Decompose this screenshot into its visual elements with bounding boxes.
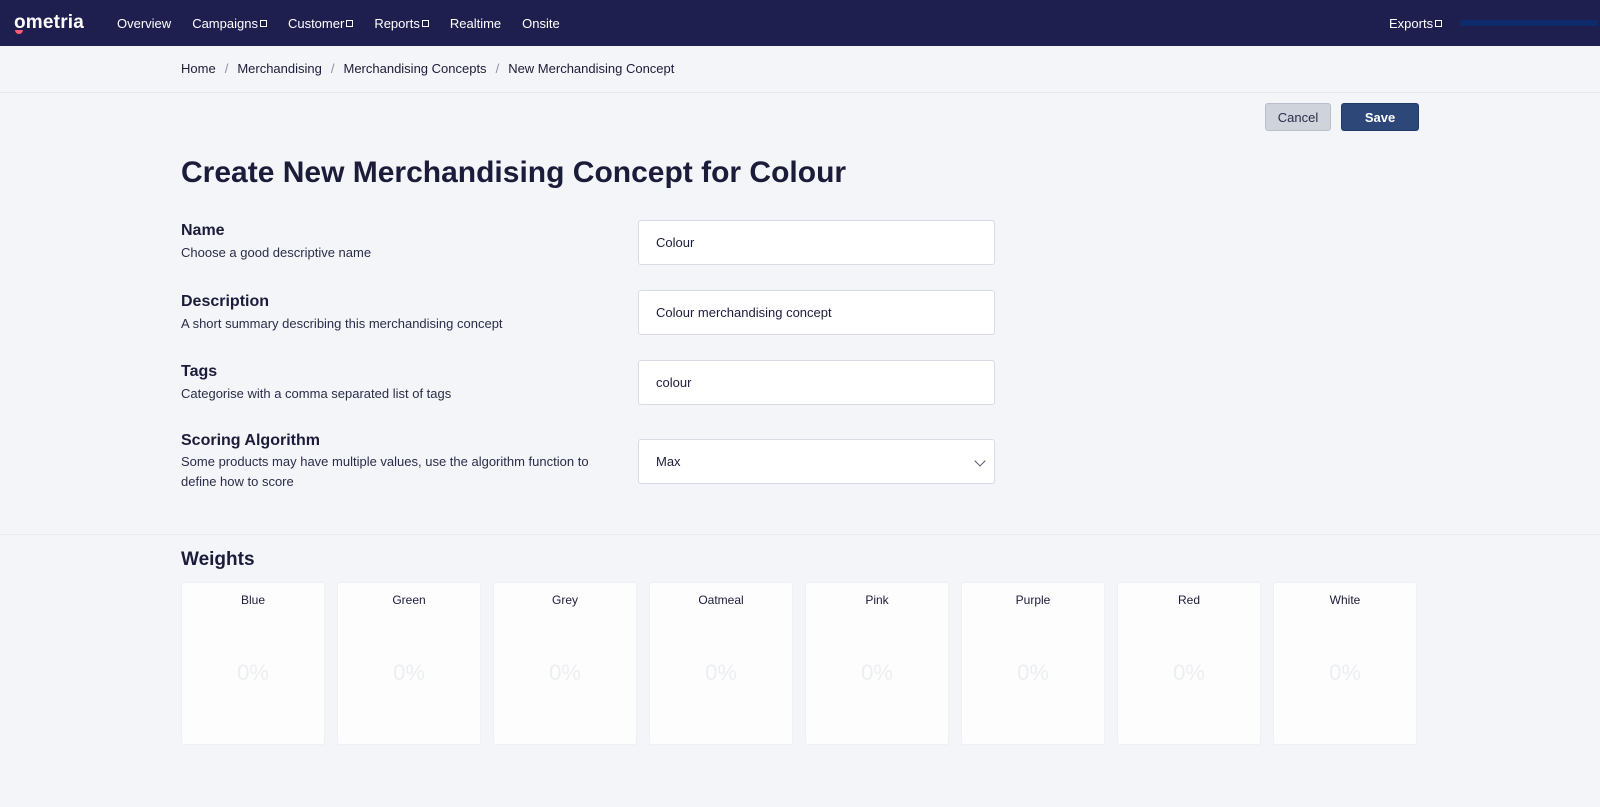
nav-item-onsite[interactable]: Onsite: [522, 16, 560, 31]
tags-help: Categorise with a comma separated list o…: [181, 386, 452, 401]
name-label: Name: [181, 222, 225, 239]
breadcrumb-bar: Home / Merchandising / Merchandising Con…: [0, 46, 1600, 93]
weight-card-purple[interactable]: Purple 0%: [961, 582, 1105, 745]
weight-value: 0%: [237, 660, 269, 685]
weight-value: 0%: [549, 660, 581, 685]
user-account-menu[interactable]: [1460, 20, 1598, 26]
weight-value: 0%: [1329, 660, 1361, 685]
nav-item-realtime[interactable]: Realtime: [450, 16, 501, 31]
weight-value: 0%: [861, 660, 893, 685]
top-navigation: ometria Overview Campaigns Customer Repo…: [0, 0, 1600, 46]
nav-right: Exports: [1389, 0, 1463, 46]
breadcrumb-separator: /: [224, 61, 229, 76]
weight-name: White: [1329, 593, 1361, 607]
weight-value: 0%: [393, 660, 425, 685]
description-label: Description: [181, 293, 270, 310]
weight-name: Pink: [865, 593, 889, 607]
weight-name: Green: [392, 593, 426, 607]
external-link-icon: [421, 20, 429, 27]
weights-title: Weights: [181, 549, 255, 570]
page-title: Create New Merchandising Concept for Col…: [181, 156, 847, 189]
weight-name: Blue: [240, 593, 266, 607]
weight-card-pink[interactable]: Pink 0%: [805, 582, 949, 745]
breadcrumb-current: New Merchandising Concept: [508, 61, 675, 76]
breadcrumb-merchandising[interactable]: Merchandising: [237, 61, 322, 76]
breadcrumb: Home / Merchandising / Merchandising Con…: [181, 61, 674, 76]
breadcrumb-merchandising-concepts[interactable]: Merchandising Concepts: [343, 61, 486, 76]
nav-item-reports[interactable]: Reports: [374, 16, 429, 31]
weight-card-blue[interactable]: Blue 0%: [181, 582, 325, 745]
description-input[interactable]: Colour merchandising concept: [638, 290, 995, 335]
nav-item-exports[interactable]: Exports: [1389, 16, 1443, 31]
scoring-algorithm-help: Some products may have multiple values, …: [181, 454, 589, 489]
weight-value: 0%: [1017, 660, 1049, 685]
breadcrumb-separator: /: [495, 61, 500, 76]
weight-card-white[interactable]: White 0%: [1273, 582, 1417, 745]
nav-menu: Overview Campaigns Customer Reports Real…: [117, 0, 581, 46]
name-help: Choose a good descriptive name: [181, 245, 372, 260]
weight-card-grey[interactable]: Grey 0%: [493, 582, 637, 745]
tags-label: Tags: [181, 363, 218, 380]
weight-card-oatmeal[interactable]: Oatmeal 0%: [649, 582, 793, 745]
scoring-algorithm-select[interactable]: Max: [638, 439, 995, 484]
name-input[interactable]: Colour: [638, 220, 995, 265]
nav-item-customer[interactable]: Customer: [288, 16, 354, 31]
description-help: A short summary describing this merchand…: [181, 316, 503, 331]
scoring-algorithm-label: Scoring Algorithm: [181, 432, 320, 449]
nav-item-overview[interactable]: Overview: [117, 16, 171, 31]
breadcrumb-separator: /: [330, 61, 335, 76]
weights-grid: Blue 0% Green 0% Grey 0% Oatmeal 0% Pink…: [181, 582, 1417, 745]
chevron-down-icon: [974, 455, 986, 467]
section-divider: [0, 534, 1600, 535]
external-link-icon: [1435, 20, 1443, 27]
external-link-icon: [346, 20, 354, 27]
external-link-icon: [259, 20, 267, 27]
breadcrumb-home[interactable]: Home: [181, 61, 216, 76]
weight-name: Red: [1177, 593, 1200, 607]
weight-value: 0%: [705, 660, 737, 685]
save-button[interactable]: Save: [1341, 103, 1419, 131]
tags-input[interactable]: colour: [638, 360, 995, 405]
ometria-logo[interactable]: ometria: [14, 12, 84, 34]
weight-name: Grey: [551, 593, 578, 607]
cancel-button[interactable]: Cancel: [1265, 103, 1331, 131]
weight-value: 0%: [1173, 660, 1205, 685]
weight-card-green[interactable]: Green 0%: [337, 582, 481, 745]
weight-card-red[interactable]: Red 0%: [1117, 582, 1261, 745]
nav-item-campaigns[interactable]: Campaigns: [192, 16, 267, 31]
weight-name: Oatmeal: [698, 593, 744, 607]
weight-name: Purple: [1015, 593, 1051, 607]
